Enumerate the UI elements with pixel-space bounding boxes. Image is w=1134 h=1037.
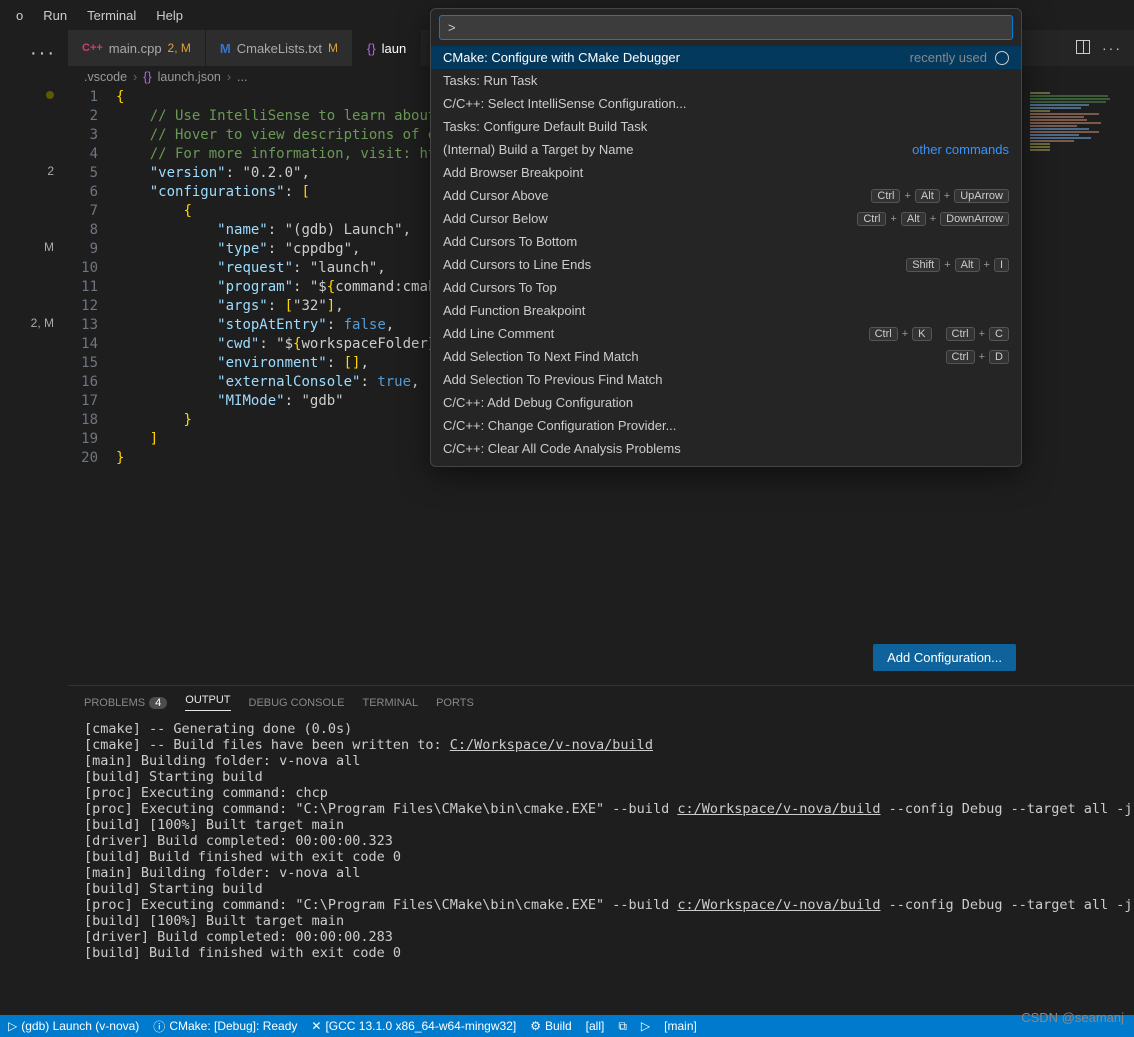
breadcrumb-folder[interactable]: .vscode <box>84 70 127 84</box>
status-bar: ▷ (gdb) Launch (v-nova) ⓘ CMake: [Debug]… <box>0 1015 1134 1037</box>
scm-dot-icon <box>46 91 54 99</box>
menu-terminal[interactable]: Terminal <box>79 4 144 27</box>
problems-badge: 4 <box>149 697 167 709</box>
overflow-icon[interactable]: ··· <box>0 30 68 65</box>
tab-label: CmakeLists.txt <box>237 41 322 56</box>
palette-item[interactable]: C/C++: Disable Error Squiggles <box>431 460 1021 466</box>
palette-item[interactable]: Add Browser Breakpoint <box>431 161 1021 184</box>
menu-help[interactable]: Help <box>148 4 191 27</box>
palette-item[interactable]: Add Selection To Next Find MatchCtrl+D <box>431 345 1021 368</box>
chevron-right-icon: › <box>227 70 231 84</box>
sb-run-target[interactable]: [main] <box>664 1019 697 1033</box>
gear-icon: ⚙ <box>530 1019 541 1033</box>
palette-item[interactable]: Add Cursors to Line EndsShift+Alt+I <box>431 253 1021 276</box>
tab-modified-badge: M <box>328 41 338 55</box>
tab-cmakelists[interactable]: M CmakeLists.txt M <box>206 30 353 66</box>
margin-marker: 2, M <box>31 316 54 330</box>
output-content[interactable]: [cmake] -- Generating done (0.0s)[cmake]… <box>68 717 1134 1015</box>
debug-icon: ▷ <box>8 1019 17 1033</box>
command-palette: > CMake: Configure with CMake Debuggerre… <box>430 8 1022 467</box>
command-palette-list: CMake: Configure with CMake Debuggerrece… <box>431 46 1021 466</box>
sb-build[interactable]: ⚙ Build <box>530 1019 571 1033</box>
minimap[interactable] <box>1024 88 1134 685</box>
menu-run[interactable]: Run <box>35 4 75 27</box>
cmake-icon: M <box>220 41 231 56</box>
tab-ports[interactable]: PORTS <box>436 697 474 709</box>
gear-icon[interactable] <box>995 51 1009 65</box>
watermark: CSDN @seamanj <box>1021 1010 1124 1025</box>
palette-item[interactable]: Add Cursor BelowCtrl+Alt+DownArrow <box>431 207 1021 230</box>
palette-item[interactable]: Add Cursors To Top <box>431 276 1021 299</box>
tab-problems[interactable]: PROBLEMS4 <box>84 697 167 709</box>
palette-item[interactable]: C/C++: Clear All Code Analysis Problems <box>431 437 1021 460</box>
command-palette-input[interactable]: > <box>439 15 1013 40</box>
sb-debug-icon[interactable]: ⧉ <box>618 1019 627 1034</box>
sb-cmake-status[interactable]: ⓘ CMake: [Debug]: Ready <box>153 1018 297 1035</box>
panel-tabs: PROBLEMS4 OUTPUT DEBUG CONSOLE TERMINAL … <box>68 686 1134 717</box>
tab-label: main.cpp <box>109 41 162 56</box>
tab-modified-badge: 2, M <box>168 41 191 55</box>
add-configuration-button[interactable]: Add Configuration... <box>873 644 1016 671</box>
tab-output[interactable]: OUTPUT <box>185 694 230 711</box>
json-icon: {} <box>143 70 151 84</box>
bottom-panel: PROBLEMS4 OUTPUT DEBUG CONSOLE TERMINAL … <box>68 685 1134 1015</box>
tab-terminal[interactable]: TERMINAL <box>362 697 418 709</box>
palette-item[interactable]: C/C++: Add Debug Configuration <box>431 391 1021 414</box>
json-icon: {} <box>367 41 376 56</box>
tab-debug-console[interactable]: DEBUG CONSOLE <box>249 697 345 709</box>
line-numbers: 1234567891011121314151617181920 <box>68 88 116 685</box>
palette-item[interactable]: Add Cursor AboveCtrl+Alt+UpArrow <box>431 184 1021 207</box>
margin-marker: M <box>44 240 54 254</box>
palette-item[interactable]: Add Function Breakpoint <box>431 299 1021 322</box>
breadcrumb-trail[interactable]: ... <box>237 70 247 84</box>
cpp-icon: C++ <box>82 42 103 54</box>
palette-item[interactable]: Add Selection To Previous Find Match <box>431 368 1021 391</box>
chevron-right-icon: › <box>133 70 137 84</box>
palette-item[interactable]: C/C++: Change Configuration Provider... <box>431 414 1021 437</box>
sb-build-target[interactable]: [all] <box>586 1019 605 1033</box>
sb-kit[interactable]: ✕ [GCC 13.1.0 x86_64-w64-mingw32] <box>311 1019 516 1033</box>
palette-item[interactable]: (Internal) Build a Target by Nameother c… <box>431 138 1021 161</box>
palette-item[interactable]: C/C++: Select IntelliSense Configuration… <box>431 92 1021 115</box>
split-editor-icon[interactable] <box>1076 40 1090 57</box>
activity-bar: ··· 2 M 2, M <box>0 30 68 1015</box>
sb-run-icon[interactable]: ▷ <box>641 1019 650 1033</box>
wrench-icon: ✕ <box>311 1019 321 1033</box>
info-icon: ⓘ <box>153 1018 165 1035</box>
more-actions-icon[interactable]: ··· <box>1102 40 1122 56</box>
margin-marker: 2 <box>47 164 54 178</box>
palette-item[interactable]: Add Line CommentCtrl+KCtrl+C <box>431 322 1021 345</box>
menu-o[interactable]: o <box>8 4 31 27</box>
palette-item[interactable]: Tasks: Configure Default Build Task <box>431 115 1021 138</box>
tab-main-cpp[interactable]: C++ main.cpp 2, M <box>68 30 206 66</box>
sb-launch-config[interactable]: ▷ (gdb) Launch (v-nova) <box>8 1019 139 1033</box>
breadcrumb-file[interactable]: launch.json <box>158 70 221 84</box>
palette-item[interactable]: Add Cursors To Bottom <box>431 230 1021 253</box>
palette-item[interactable]: CMake: Configure with CMake Debuggerrece… <box>431 46 1021 69</box>
tab-launch-json[interactable]: {} laun <box>353 30 421 66</box>
tab-label: laun <box>382 41 407 56</box>
palette-item[interactable]: Tasks: Run Task <box>431 69 1021 92</box>
